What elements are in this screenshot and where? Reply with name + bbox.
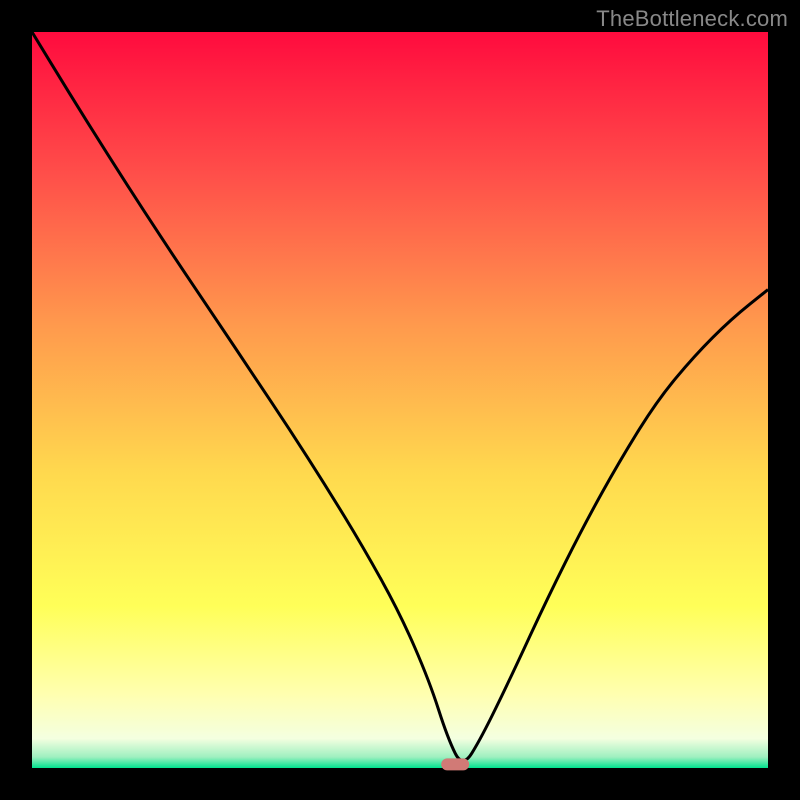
- optimum-marker: [441, 758, 469, 770]
- bottleneck-plot: [0, 0, 800, 800]
- chart-stage: TheBottleneck.com: [0, 0, 800, 800]
- attribution-text: TheBottleneck.com: [596, 6, 788, 32]
